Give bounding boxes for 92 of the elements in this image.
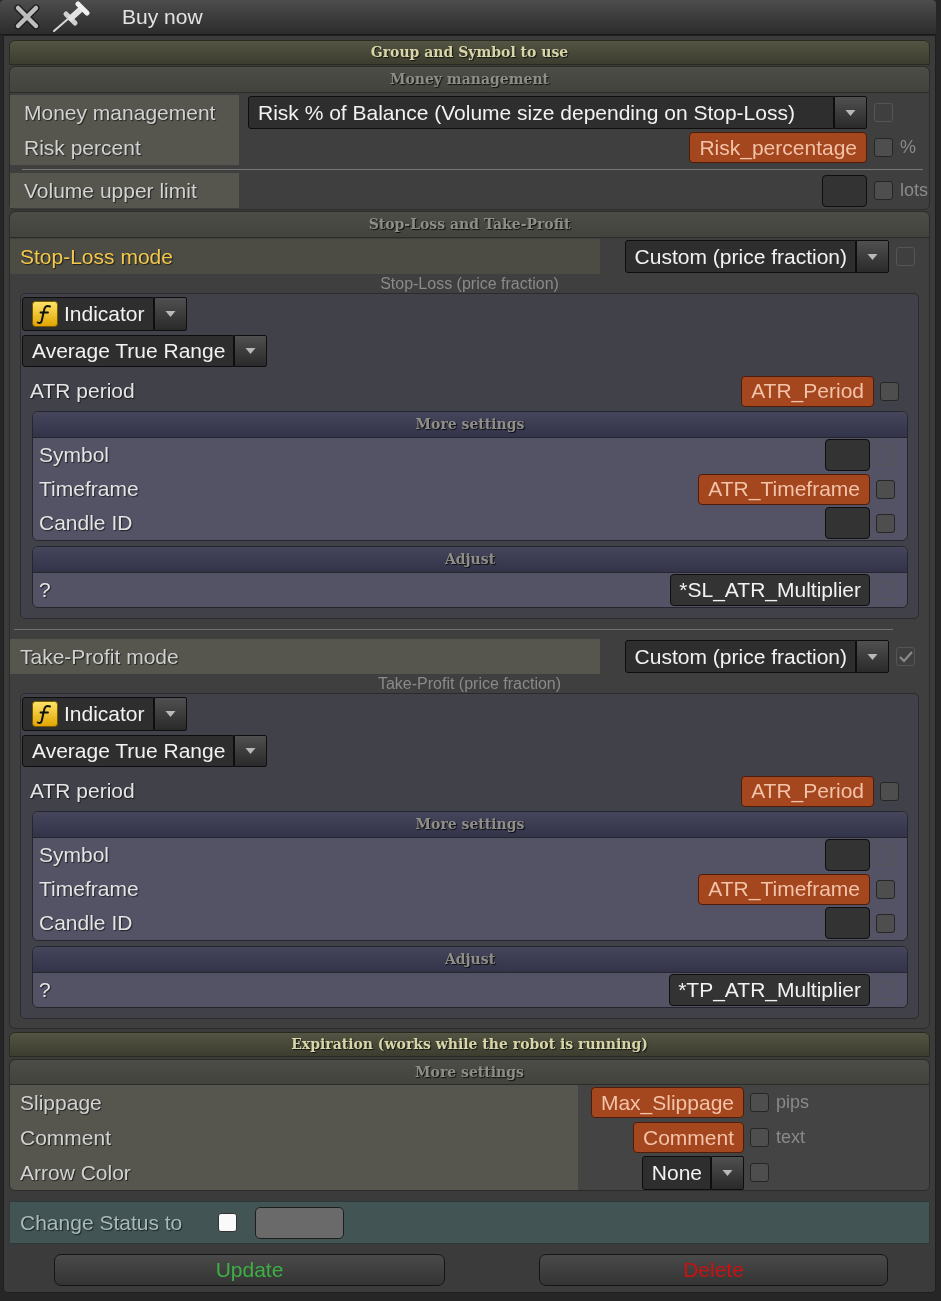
- field-label: Take-Profit mode: [10, 639, 600, 674]
- checkbox[interactable]: [876, 879, 895, 899]
- field-label: Volume upper limit: [10, 173, 239, 208]
- unit-label: %: [900, 136, 916, 159]
- variable-field[interactable]: ATR_Timeframe: [698, 873, 870, 905]
- field-label: Symbol: [39, 842, 110, 869]
- checkbox[interactable]: [876, 479, 895, 499]
- check-icon: [898, 650, 913, 663]
- input-field[interactable]: [825, 839, 870, 871]
- field-label: ?: [39, 577, 51, 604]
- input-field[interactable]: [825, 439, 870, 471]
- checkbox[interactable]: [750, 1128, 769, 1147]
- dropdown-button[interactable]: [153, 297, 187, 331]
- field-label: Slippage: [10, 1085, 578, 1120]
- checkbox[interactable]: [750, 1163, 769, 1182]
- field-label: ATR period: [30, 778, 135, 805]
- input-field[interactable]: [825, 507, 870, 539]
- variable-field[interactable]: Comment: [632, 1122, 744, 1153]
- input-field[interactable]: [825, 907, 870, 939]
- function-icon: [32, 701, 58, 727]
- dropdown-button[interactable]: [856, 640, 889, 673]
- checkbox[interactable]: [874, 138, 893, 157]
- status-label: Change Status to: [20, 1209, 183, 1236]
- field-label: Money management: [10, 95, 239, 130]
- section-header: Stop-Loss and Take-Profit: [10, 212, 929, 238]
- caret-icon: [845, 109, 856, 116]
- select-field[interactable]: None: [641, 1155, 711, 1190]
- select-field[interactable]: Average True Range: [22, 735, 235, 767]
- action-button[interactable]: Update: [54, 1254, 445, 1286]
- variable-field[interactable]: ATR_Timeframe: [698, 473, 870, 505]
- select-field[interactable]: Indicator: [22, 297, 154, 331]
- field-label: Symbol: [39, 442, 110, 469]
- caret-icon: [245, 348, 257, 354]
- variable-field[interactable]: ATR_Period: [741, 375, 874, 407]
- dropdown-button[interactable]: [234, 335, 268, 367]
- checkbox[interactable]: [750, 1093, 769, 1112]
- pin-icon[interactable]: [52, 1, 92, 33]
- dropdown-button[interactable]: [856, 240, 889, 273]
- select-field[interactable]: Custom (price fraction): [624, 240, 856, 273]
- checkbox[interactable]: [876, 913, 895, 933]
- field-label: Comment: [10, 1120, 578, 1155]
- field-label: Candle ID: [39, 910, 133, 937]
- section-header: Group and Symbol to use: [9, 40, 930, 65]
- subsection-header: More settings: [33, 812, 907, 838]
- caret-icon: [867, 253, 878, 260]
- checkbox[interactable]: [218, 1213, 238, 1232]
- dropdown-button[interactable]: [834, 96, 867, 129]
- subsection-header: More settings: [33, 412, 907, 438]
- caret-icon: [245, 748, 257, 754]
- close-icon[interactable]: [14, 4, 40, 30]
- select-field[interactable]: Custom (price fraction): [624, 640, 856, 673]
- caret-icon: [722, 1169, 733, 1176]
- caret-icon: [164, 711, 176, 717]
- select-field[interactable]: Risk % of Balance (Volume size depending on Stop-Loss): [248, 96, 834, 129]
- variable-field[interactable]: Risk_percentage: [689, 132, 867, 163]
- dropdown-button[interactable]: [153, 697, 187, 731]
- input-field[interactable]: *SL_ATR_Multiplier: [670, 574, 870, 606]
- input-field[interactable]: [822, 174, 867, 207]
- function-icon: [32, 301, 58, 327]
- window-title: Buy now: [122, 4, 203, 31]
- subsection-header: Adjust: [33, 947, 907, 973]
- select-field[interactable]: Average True Range: [22, 335, 235, 367]
- unit-label: lots: [900, 179, 928, 202]
- checkbox[interactable]: [880, 381, 899, 401]
- select-field[interactable]: Indicator: [22, 697, 154, 731]
- section-header: Money management: [10, 67, 929, 93]
- input-field[interactable]: [255, 1206, 345, 1239]
- unit-label: pips: [776, 1091, 810, 1114]
- field-label: Timeframe: [39, 876, 139, 903]
- input-field[interactable]: *TP_ATR_Multiplier: [669, 974, 870, 1006]
- unit-label: text: [776, 1126, 805, 1149]
- field-label: Timeframe: [39, 476, 139, 503]
- field-label: Risk percent: [10, 130, 239, 165]
- checkbox[interactable]: [876, 513, 895, 533]
- dropdown-button[interactable]: [711, 1155, 744, 1190]
- panel-caption: Stop-Loss (price fraction): [380, 273, 559, 294]
- checkbox[interactable]: [874, 181, 893, 200]
- variable-field[interactable]: ATR_Period: [741, 775, 874, 807]
- section-header: Expiration (works while the robot is running): [9, 1032, 930, 1057]
- section-header: More settings: [10, 1060, 929, 1085]
- dropdown-button[interactable]: [234, 735, 268, 767]
- variable-field[interactable]: Max_Slippage: [590, 1087, 744, 1118]
- caret-icon: [867, 653, 878, 660]
- subsection-header: Adjust: [33, 547, 907, 573]
- field-label: ATR period: [30, 378, 135, 405]
- field-label: Candle ID: [39, 510, 133, 537]
- field-label: Stop-Loss mode: [10, 239, 600, 274]
- field-label: ?: [39, 977, 51, 1004]
- caret-icon: [164, 311, 176, 317]
- field-label: Arrow Color: [10, 1155, 578, 1190]
- checkbox[interactable]: [880, 781, 899, 801]
- panel-caption: Take-Profit (price fraction): [377, 673, 562, 694]
